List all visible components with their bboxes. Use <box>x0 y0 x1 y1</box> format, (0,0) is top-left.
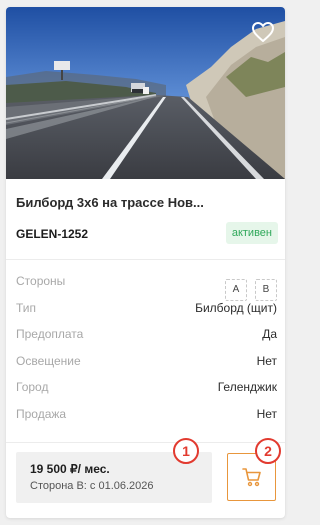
prop-value: Да <box>262 327 277 341</box>
prop-row-lighting: Освещение Нет <box>16 349 277 376</box>
card-title[interactable]: Билборд 3х6 на трассе Нов... <box>16 195 278 210</box>
prop-row-city: Город Геленджик <box>16 375 277 402</box>
annotation-marker-2: 2 <box>255 438 281 464</box>
prop-label: Освещение <box>16 353 81 368</box>
prop-row-sale: Продажа Нет <box>16 402 277 429</box>
status-badge: активен <box>225 222 278 244</box>
cart-icon <box>242 468 261 487</box>
annotation-marker-1: 1 <box>173 438 199 464</box>
properties-list: Стороны A B Тип Билборд (щит) Предоплата… <box>16 269 277 428</box>
billboard-code: GELEN-1252 <box>16 227 89 241</box>
prop-row-type: Тип Билборд (щит) <box>16 296 277 323</box>
price: 19 500 ₽/ мес. <box>30 462 110 476</box>
prop-label: Продажа <box>16 406 67 421</box>
heart-outline-icon <box>252 22 274 42</box>
billboard-photo[interactable] <box>6 7 285 179</box>
prop-label: Предоплата <box>16 327 84 341</box>
prop-row-prepayment: Предоплата Да <box>16 322 277 349</box>
prop-row-sides: Стороны A B <box>16 269 277 301</box>
divider <box>6 259 285 260</box>
favorite-button[interactable] <box>251 21 275 43</box>
prop-value: Нет <box>256 353 277 368</box>
price-note: Сторона B: с 01.06.2026 <box>30 480 154 492</box>
prop-value: Геленджик <box>217 380 277 394</box>
prop-value: Нет <box>256 406 277 421</box>
billboard-card[interactable]: Билборд 3х6 на трассе Нов... GELEN-1252 … <box>6 7 285 518</box>
prop-value: Билборд (щит) <box>195 300 277 315</box>
prop-label: Стороны <box>16 274 66 288</box>
prop-label: Город <box>16 380 49 394</box>
divider <box>6 442 285 443</box>
prop-label: Тип <box>16 300 37 315</box>
